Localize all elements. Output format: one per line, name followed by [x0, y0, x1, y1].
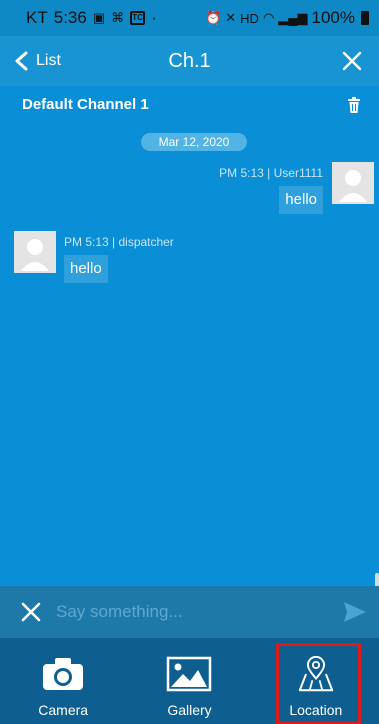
- status-dot: ·: [151, 8, 157, 27]
- camera-icon: [43, 658, 84, 690]
- trash-icon[interactable]: [347, 96, 361, 113]
- gallery-label: Gallery: [167, 702, 212, 718]
- camera-label: Camera: [38, 702, 89, 718]
- user-placeholder-icon: [14, 231, 56, 273]
- header: List Ch.1: [0, 36, 379, 86]
- close-icon[interactable]: [20, 601, 42, 623]
- message-meta: PM 5:13 | dispatcher: [64, 235, 174, 249]
- alarm-icon: ⏰: [205, 10, 222, 25]
- battery-icon: [361, 11, 369, 25]
- location-label: Location: [289, 702, 343, 718]
- message-meta: PM 5:13 | User1111: [219, 166, 323, 180]
- map-pin-icon: [298, 656, 334, 692]
- image-icon: ▣: [92, 10, 106, 25]
- carrier-label: KT: [26, 8, 48, 27]
- back-button[interactable]: List: [14, 36, 61, 86]
- tc-app-icon: TC: [130, 11, 146, 25]
- camera-button[interactable]: Camera: [0, 638, 126, 724]
- message-input[interactable]: [56, 598, 326, 626]
- lens-icon: ⌘: [111, 10, 125, 25]
- image-gallery-icon: [167, 656, 212, 692]
- avatar: [332, 162, 374, 204]
- mute-icon: ✕: [225, 10, 237, 25]
- message-bubble[interactable]: hello: [279, 186, 323, 214]
- close-icon[interactable]: [339, 48, 365, 74]
- send-icon[interactable]: [343, 601, 367, 623]
- attachment-bar: Camera Gallery Location: [0, 638, 379, 724]
- gallery-button[interactable]: Gallery: [126, 638, 252, 724]
- status-bar: KT 5:36 ▣ ⌘ TC · ⏰ ✕ HD ◠ ▂▄▆ 100%: [0, 0, 379, 36]
- message-bubble[interactable]: hello: [64, 255, 108, 283]
- avatar: [14, 231, 56, 273]
- hd-icon: HD: [240, 10, 259, 26]
- date-separator: Mar 12, 2020: [141, 133, 247, 151]
- back-label: List: [36, 52, 61, 69]
- composer: [0, 586, 379, 638]
- status-left: KT 5:36 ▣ ⌘ TC ·: [26, 8, 157, 28]
- channel-row: Default Channel 1: [22, 96, 361, 113]
- wifi-icon: ◠: [262, 10, 275, 25]
- channel-name: Default Channel 1: [22, 96, 149, 113]
- clock: 5:36: [53, 8, 87, 27]
- battery-percent: 100%: [311, 8, 355, 27]
- location-button[interactable]: Location: [253, 638, 379, 724]
- status-right: ⏰ ✕ HD ◠ ▂▄▆ 100%: [205, 8, 369, 28]
- chevron-left-icon: [15, 51, 28, 71]
- signal-icon: ▂▄▆: [278, 10, 308, 25]
- user-placeholder-icon: [332, 162, 374, 204]
- chat-area[interactable]: Default Channel 1 Mar 12, 2020 PM 5:13 |…: [0, 86, 379, 586]
